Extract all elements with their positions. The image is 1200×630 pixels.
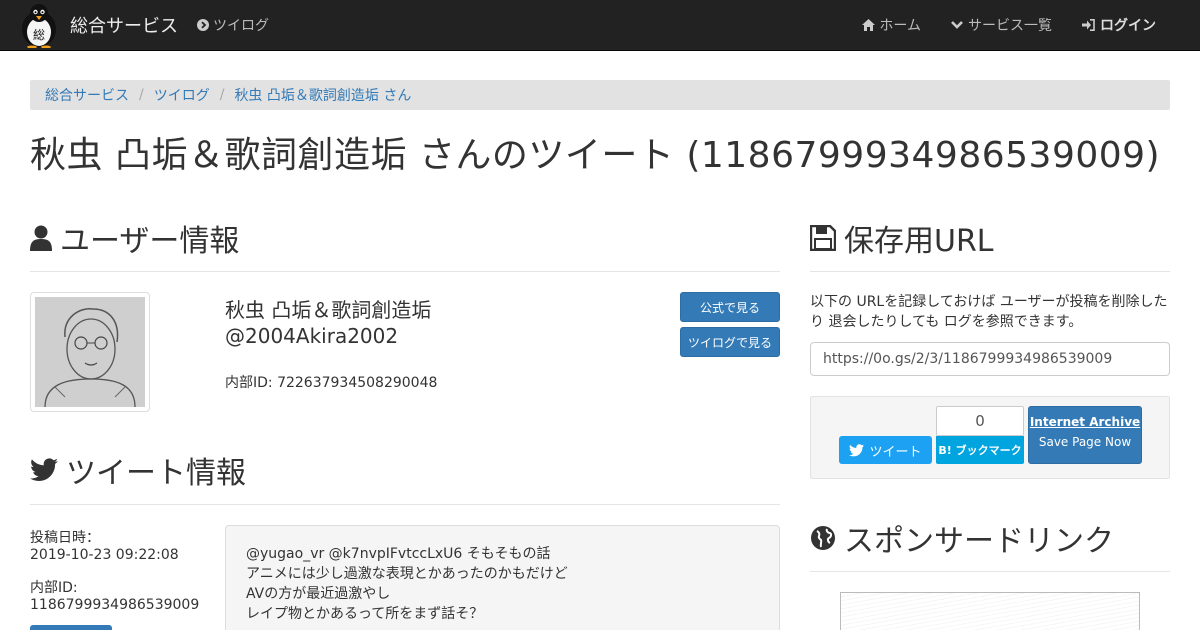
tweet-info-heading-text: ツイート情報	[66, 456, 246, 491]
nav-home-link[interactable]: ホーム	[862, 15, 921, 35]
penguin-logo-icon: 総	[22, 4, 56, 48]
user-info-heading: ユーザー情報	[30, 216, 239, 260]
nav-services-dropdown[interactable]: サービス一覧	[951, 15, 1052, 35]
tweet-line: レイプ物とかあるって所をまず話そ？	[246, 606, 484, 622]
nav-right: ホーム サービス一覧 ログイン	[862, 15, 1156, 35]
nav-twilog-label: ツイログ	[213, 18, 269, 34]
navbar: 総 総合サービス ツイログ ホーム サービス一覧 ログイン	[0, 0, 1200, 51]
view-official-button[interactable]: 公式で見る	[680, 292, 780, 322]
tweet-action-button[interactable]	[30, 625, 112, 630]
divider	[30, 271, 780, 272]
breadcrumb: 総合サービス / ツイログ / 秋虫 凸垢＆歌詞創造垢 さん	[30, 80, 1170, 110]
avatar	[30, 292, 150, 412]
tweet-line: アニメには少し過激な表現とかあったのかもだけど	[246, 566, 568, 582]
nav-home-label: ホーム	[879, 18, 921, 34]
save-url-heading: 保存用URL	[810, 216, 994, 260]
posted-value: 2019-10-23 09:22:08	[30, 547, 179, 563]
breadcrumb-separator: /	[219, 87, 225, 103]
save-url-description: 以下の URLを記録しておけば ユーザーが投稿を削除したり 退会したりしても ロ…	[810, 294, 1168, 330]
posted-label: 投稿日時：	[30, 530, 100, 546]
page-title: 秋虫 凸垢＆歌詞創造垢 さんのツイート (1186799934986539009…	[30, 135, 1161, 176]
tweet-share-button[interactable]: ツイート	[839, 436, 932, 464]
brand-link[interactable]: 総 総合サービス	[18, 1, 178, 49]
twitter-bird-icon	[849, 443, 865, 456]
user-icon	[30, 225, 52, 251]
home-icon	[862, 19, 876, 31]
breadcrumb-item-service[interactable]: 総合サービス	[45, 85, 129, 105]
breadcrumb-item-user[interactable]: 秋虫 凸垢＆歌詞創造垢 さん	[234, 85, 411, 105]
tweet-id-label: 内部ID:	[30, 580, 78, 596]
sign-in-icon	[1082, 19, 1095, 31]
save-url-heading-text: 保存用URL	[844, 224, 994, 259]
user-screen-name: @2004Akira2002	[225, 324, 399, 348]
nav-services-label: サービス一覧	[968, 18, 1052, 34]
divider	[810, 271, 1170, 272]
logo-char: 総	[33, 28, 45, 42]
sponsor-heading: スポンサードリンク	[810, 516, 1114, 560]
sponsor-heading-text: スポンサードリンク	[844, 524, 1114, 559]
internet-archive-subtitle: Save Page Now	[1038, 435, 1132, 449]
brand-text[interactable]: 総合サービス	[70, 12, 178, 38]
user-display-name: 秋虫 凸垢＆歌詞創造垢	[225, 298, 432, 322]
internet-archive-title: Internet Archive	[1029, 415, 1141, 429]
chevron-down-icon	[951, 21, 963, 29]
save-url-field[interactable]: https://0o.gs/2/3/1186799934986539009	[810, 342, 1170, 376]
user-info-heading-text: ユーザー情報	[60, 224, 240, 259]
divider	[30, 504, 780, 505]
tweet-line: AVの方が最近過激やし	[246, 586, 391, 602]
sponsor-ad-banner[interactable]	[840, 592, 1140, 630]
nav-login-link[interactable]: ログイン	[1082, 15, 1156, 35]
globe-icon	[811, 526, 835, 550]
hatena-bookmark-count: 0	[936, 406, 1024, 436]
breadcrumb-separator: /	[139, 87, 144, 103]
chevron-circle-right-icon	[197, 19, 209, 31]
twitter-bird-icon	[30, 458, 58, 481]
internet-archive-button[interactable]: Internet Archive Save Page Now	[1028, 406, 1142, 464]
tweet-share-label: ツイート	[869, 444, 922, 460]
tweet-id-value: 1186799934986539009	[30, 597, 200, 613]
avatar-image	[35, 297, 145, 407]
tweet-line: @yugao_vr @k7nvpIFvtccLxU6 そもそもの話	[246, 546, 551, 562]
floppy-disk-icon	[810, 225, 836, 251]
tweet-text-box: @yugao_vr @k7nvpIFvtccLxU6 そもそもの話 アニメには少…	[225, 525, 780, 630]
tweet-info-heading: ツイート情報	[30, 448, 246, 492]
breadcrumb-item-twilog[interactable]: ツイログ	[154, 85, 210, 105]
user-internal-id: 内部ID: 722637934508290048	[225, 375, 438, 391]
nav-login-label: ログイン	[1100, 18, 1156, 34]
nav-twilog-link[interactable]: ツイログ	[197, 15, 269, 35]
view-twilog-button[interactable]: ツイログで見る	[680, 327, 780, 357]
divider	[810, 571, 1170, 572]
hatena-bookmark-button[interactable]: B! ブックマーク	[936, 436, 1024, 464]
